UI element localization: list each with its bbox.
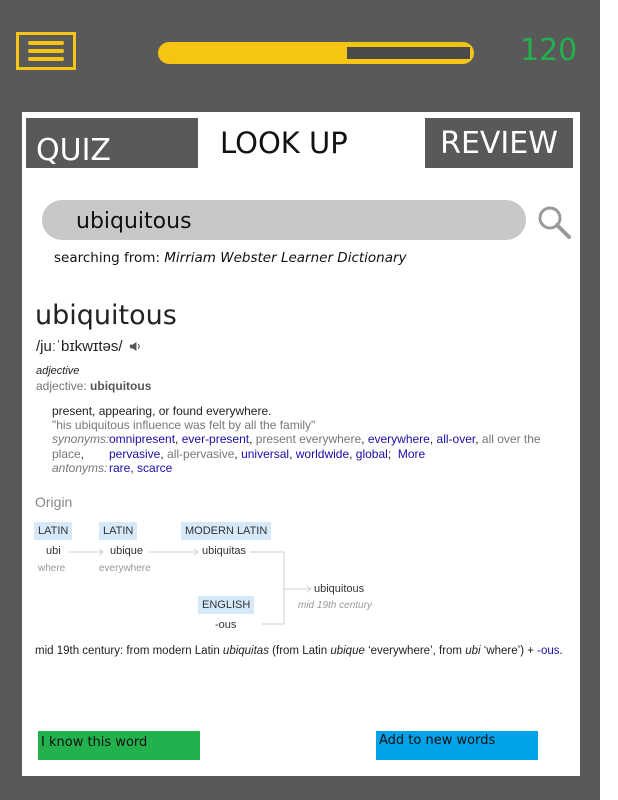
more-synonyms-link[interactable]: More <box>398 447 425 461</box>
part-of-speech: adjective <box>36 365 80 377</box>
progress-remaining <box>347 47 470 59</box>
entry-word: ubiquitous <box>35 300 177 331</box>
origin-word: ubi <box>46 545 61 557</box>
source-name: Mirriam Webster Learner Dictionary <box>164 250 407 266</box>
pos-value: ubiquitous <box>90 379 152 393</box>
origin-lang-english: ENGLISH <box>198 596 255 614</box>
origin-text-part: ubiquitas <box>222 645 269 657</box>
origin-text-part: mid 19th century: from modern Latin <box>35 645 223 657</box>
antonym-link[interactable]: rare <box>109 461 130 475</box>
origin-text-part: ubi <box>465 645 481 657</box>
origin-text-part: ‘where’) + <box>480 645 538 657</box>
synonym-link[interactable]: pervasive <box>109 447 160 461</box>
search-input[interactable] <box>74 200 518 242</box>
progress-bar <box>158 42 474 64</box>
synonym-link[interactable]: all-over <box>437 432 476 446</box>
origin-lang-latin: LATIN <box>34 522 73 540</box>
synonym-text: present everywhere <box>255 432 362 446</box>
origin-suffix-link[interactable]: -ous <box>537 645 559 657</box>
synonym-link[interactable]: global <box>356 447 388 461</box>
origin-word: -ous <box>215 619 237 631</box>
synonym-link[interactable]: worldwide <box>296 447 349 461</box>
origin-word: ubiquitas <box>202 545 247 557</box>
origin-word: ubiquitous <box>314 583 365 595</box>
origin-lang-latin: LATIN <box>99 522 138 540</box>
search-bar <box>42 200 526 242</box>
origin-text-part: ‘everywhere’, from <box>364 645 466 657</box>
definition-block: present, appearing, or found everywhere.… <box>52 404 315 432</box>
menu-icon[interactable] <box>16 32 76 70</box>
origin-gloss: where <box>38 563 66 574</box>
synonym-link[interactable]: universal <box>241 447 289 461</box>
tab-review[interactable]: REVIEW <box>425 118 573 168</box>
main-card: QUIZ LOOK UP REVIEW searching from: Mirr… <box>22 112 580 776</box>
tab-lookup[interactable]: LOOK UP <box>220 118 420 168</box>
origin-lang-modern-latin: MODERN LATIN <box>181 522 272 540</box>
origin-gloss: mid 19th century <box>298 600 372 611</box>
app-frame: 120 QUIZ LOOK UP REVIEW searching from: … <box>0 0 600 800</box>
tab-quiz[interactable]: QUIZ <box>26 118 198 168</box>
definition: present, appearing, or found everywhere. <box>52 404 272 418</box>
antonyms-label: antonyms: <box>52 461 108 475</box>
antonym-link[interactable]: scarce <box>137 461 172 475</box>
pos-label: adjective: <box>36 379 87 393</box>
origin-text: mid 19th century: from modern Latin ubiq… <box>35 645 575 657</box>
synonym-link[interactable]: ever-present <box>182 432 249 446</box>
synonym-text: all-pervasive <box>167 447 235 461</box>
synonyms-row-2: pervasive, all-pervasive, universal, wor… <box>109 447 426 461</box>
origin-text-part: (from Latin <box>268 645 331 657</box>
synonyms-label: synonyms: <box>52 432 110 446</box>
pronunciation-row: /juːˈbɪkwɪtəs/ <box>36 338 142 355</box>
search-icon[interactable] <box>536 204 572 240</box>
add-word-button[interactable]: Add to new words <box>376 731 538 760</box>
part-of-speech-form: adjective: ubiquitous <box>36 379 151 393</box>
speaker-icon[interactable] <box>129 340 142 353</box>
score-counter: 120 <box>520 33 578 68</box>
antonyms-row: antonyms: rare, scarce <box>52 461 173 475</box>
origin-title: Origin <box>35 494 73 510</box>
origin-text-part: ubique <box>330 645 365 657</box>
origin-text-part: . <box>559 645 563 657</box>
pronunciation: /juːˈbɪkwɪtəs/ <box>36 338 123 355</box>
search-source: searching from: Mirriam Webster Learner … <box>54 250 407 266</box>
synonym-link[interactable]: omnipresent <box>109 432 175 446</box>
synonym-link[interactable]: everywhere <box>368 432 430 446</box>
example-sentence: "his ubiquitous influence was felt by al… <box>52 418 316 432</box>
origin-gloss: everywhere <box>99 563 151 574</box>
source-prefix: searching from: <box>54 250 160 266</box>
know-word-button[interactable]: I know this word <box>38 731 200 760</box>
origin-word: ubique <box>110 545 144 557</box>
